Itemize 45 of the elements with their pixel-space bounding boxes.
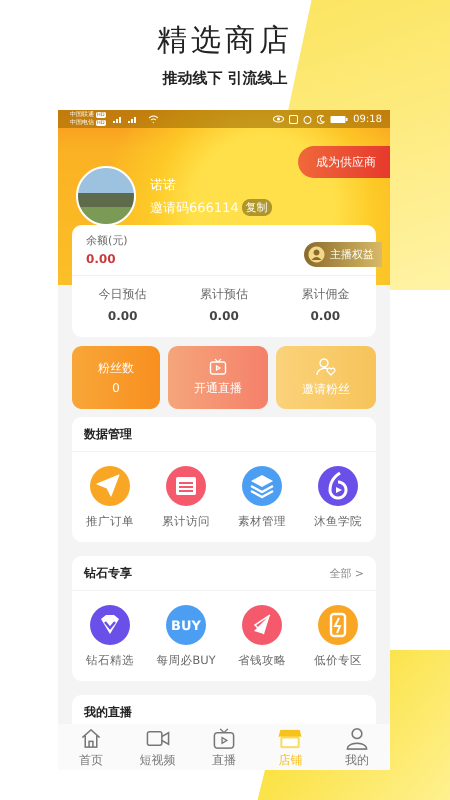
nav-tab[interactable]: 首页: [58, 724, 124, 770]
buy-icon: BUY: [166, 605, 206, 645]
promo-subtitle: 推动线下 引流线上: [161, 69, 289, 88]
status-time: 09:18: [353, 114, 382, 124]
stat-label: 累计佣金: [300, 286, 350, 303]
tile-label: 粉丝数: [98, 360, 134, 377]
section-title: 数据管理: [84, 426, 132, 442]
stat-value: 0.00: [208, 309, 240, 323]
feature-item[interactable]: BUY 每周必BUY: [148, 605, 224, 668]
person-icon: [344, 726, 370, 750]
wifi-icon: [148, 114, 159, 124]
promo-title: 精选商店: [156, 22, 294, 60]
section-title: 钻石专享: [84, 564, 132, 582]
feature-item[interactable]: 钻石精选: [72, 605, 148, 668]
eye-icon: [273, 115, 284, 123]
person-icon: [308, 246, 325, 263]
stat-value: 0.00: [106, 309, 138, 323]
add-friend-icon: [316, 357, 336, 377]
tv-icon: [209, 358, 227, 376]
feature-item[interactable]: 沐鱼学院: [300, 466, 376, 529]
section-title: 我的直播: [84, 704, 132, 720]
feature-item[interactable]: 累计访问: [148, 466, 224, 529]
nav-tab[interactable]: 直播: [190, 724, 258, 770]
tv-icon: [211, 726, 238, 750]
anchor-benefits-badge[interactable]: 主播权益: [304, 242, 382, 267]
invite-code: 邀请码666114: [150, 200, 239, 216]
balance-label: 余额(元): [86, 233, 129, 248]
tile-value: 0: [112, 381, 120, 395]
stat-value: 0.00: [310, 309, 342, 323]
stat-label: 累计预估: [198, 286, 249, 303]
moon-icon: [317, 114, 326, 124]
feature-item[interactable]: 省钱攻略: [224, 605, 300, 668]
nav-tab[interactable]: 我的: [324, 724, 390, 770]
copy-button[interactable]: 复制: [242, 199, 272, 216]
stat-label: 今日预估: [98, 286, 148, 303]
balance-value: 0.00: [86, 252, 116, 266]
user-name: 诺诺: [150, 176, 177, 194]
feature-item[interactable]: 素材管理: [224, 466, 300, 529]
nav-tab[interactable]: 短视频: [124, 724, 191, 770]
battery-icon: [330, 114, 348, 124]
feature-item[interactable]: 低价专区: [300, 605, 376, 668]
view-all-link[interactable]: 全部 >: [329, 566, 364, 580]
feature-item[interactable]: 推广订单: [72, 466, 148, 529]
start-live-button[interactable]: 开通直播: [168, 346, 268, 409]
become-supplier-button[interactable]: 成为供应商: [298, 146, 390, 178]
